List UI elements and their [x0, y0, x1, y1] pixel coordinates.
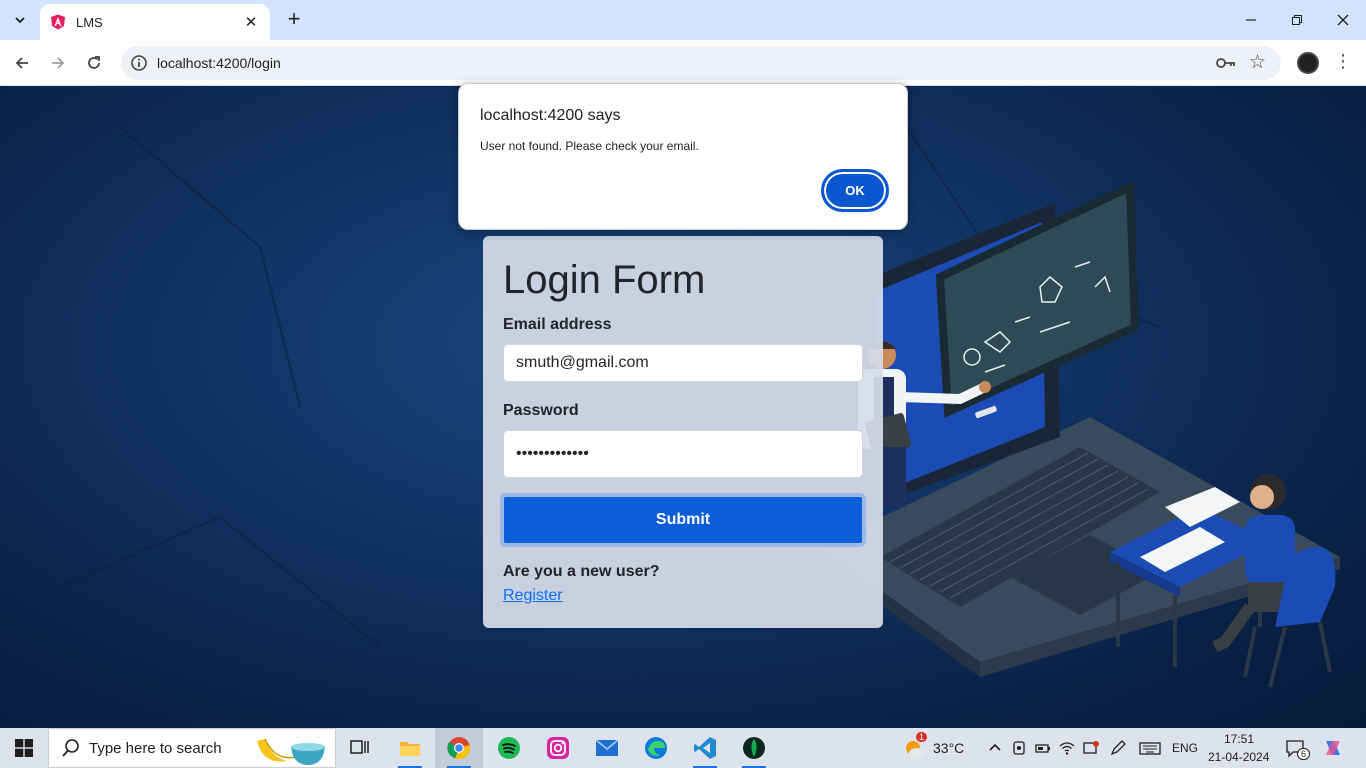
back-button[interactable] — [8, 49, 36, 77]
close-window-button[interactable] — [1320, 0, 1366, 40]
start-button[interactable] — [0, 728, 48, 768]
arrow-right-icon — [52, 57, 65, 69]
touch-keyboard-icon[interactable] — [1139, 740, 1161, 756]
bookmark-star-icon[interactable]: ☆ — [1249, 51, 1266, 74]
spotify-icon — [498, 737, 520, 759]
copilot-icon[interactable] — [1322, 737, 1344, 759]
browser-tab[interactable]: LMS ✕ — [40, 4, 270, 40]
email-label: Email address — [503, 316, 612, 333]
new-user-text: Are you a new user? — [503, 563, 660, 580]
search-placeholder: Type here to search — [89, 739, 222, 757]
restore-button[interactable] — [1274, 0, 1320, 40]
spotify-app[interactable] — [485, 728, 533, 768]
windows-icon — [15, 739, 33, 757]
task-view-icon — [350, 740, 369, 754]
chrome-icon — [447, 737, 470, 760]
reload-icon — [88, 56, 100, 69]
password-label: Password — [503, 402, 579, 419]
mail-icon — [595, 739, 619, 756]
email-input[interactable]: smuth@gmail.com — [503, 344, 863, 382]
alert-dialog: localhost:4200 says User not found. Plea… — [458, 83, 908, 230]
instagram-app[interactable] — [534, 728, 582, 768]
file-explorer-app[interactable] — [386, 728, 434, 768]
arrow-left-icon — [15, 57, 28, 69]
mongodb-leaf-icon — [743, 737, 765, 759]
forward-button[interactable] — [44, 49, 72, 77]
taskbar: Type here to search 1 33°C ENG 17:51 21-… — [0, 728, 1366, 768]
meet-now-icon[interactable] — [1083, 740, 1099, 756]
address-bar[interactable]: localhost:4200/login ☆ — [121, 46, 1281, 80]
angular-icon — [51, 14, 65, 30]
vscode-app[interactable] — [681, 728, 729, 768]
language-indicator[interactable]: ENG — [1172, 741, 1198, 755]
login-title: Login Form — [503, 258, 706, 302]
search-icon — [62, 739, 79, 757]
url-text[interactable]: localhost:4200/login — [157, 55, 281, 71]
task-view-button[interactable] — [336, 728, 384, 768]
site-info-icon[interactable] — [129, 53, 149, 73]
profile-avatar[interactable] — [1297, 52, 1319, 74]
minimize-icon — [1246, 19, 1256, 21]
login-card: Login Form Email address smuth@gmail.com… — [483, 236, 883, 628]
new-tab-button[interactable]: + — [282, 8, 306, 32]
alert-message: User not found. Please check your email. — [480, 139, 699, 153]
battery-icon[interactable] — [1035, 740, 1051, 756]
alert-ok-button[interactable]: OK — [821, 169, 889, 212]
alert-title: localhost:4200 says — [480, 107, 621, 124]
restore-icon — [1292, 15, 1302, 25]
folder-icon — [400, 742, 420, 756]
reload-button[interactable] — [80, 49, 108, 77]
banana-bowl-icon — [257, 738, 325, 765]
weather-temp[interactable]: 33°C — [933, 740, 964, 756]
chevron-down-icon — [15, 17, 25, 24]
tab-strip: LMS ✕ + — [0, 0, 1366, 40]
mail-app[interactable] — [583, 728, 631, 768]
password-key-icon[interactable] — [1215, 53, 1237, 73]
submit-button[interactable]: Submit — [500, 493, 866, 547]
clock-time[interactable]: 17:51 — [1224, 732, 1254, 746]
edge-icon — [645, 737, 667, 759]
vscode-icon — [694, 737, 716, 759]
browser-toolbar: localhost:4200/login ☆ ⋮ — [0, 40, 1366, 86]
tab-search-button[interactable] — [8, 8, 32, 32]
pen-icon[interactable] — [1110, 740, 1126, 756]
register-link[interactable]: Register — [503, 587, 563, 605]
password-input[interactable]: ••••••••••••• — [503, 430, 863, 478]
tab-close-icon[interactable]: ✕ — [242, 13, 260, 31]
wifi-icon[interactable] — [1059, 740, 1075, 756]
camera-icon[interactable] — [1011, 740, 1027, 756]
notification-count: 6 — [1297, 748, 1311, 760]
tab-title: LMS — [76, 14, 103, 30]
instagram-icon — [547, 737, 569, 759]
close-icon — [1337, 14, 1349, 26]
menu-kebab-icon[interactable]: ⋮ — [1334, 51, 1352, 72]
edge-app[interactable] — [632, 728, 680, 768]
taskbar-search[interactable]: Type here to search — [48, 728, 336, 768]
clock-date[interactable]: 21-04-2024 — [1208, 750, 1269, 764]
weather-badge: 1 — [916, 732, 928, 742]
minimize-button[interactable] — [1228, 0, 1274, 40]
mongodb-compass-app[interactable] — [730, 728, 778, 768]
chrome-app[interactable] — [435, 728, 483, 768]
chevron-up-icon[interactable] — [987, 740, 1003, 756]
